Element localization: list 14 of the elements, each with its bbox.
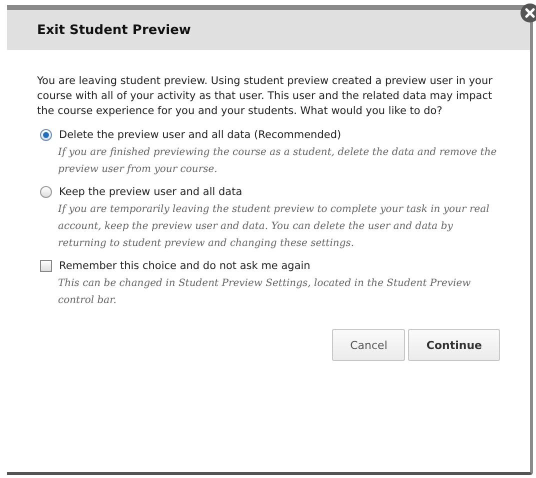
option-label[interactable]: Delete the preview user and all data (Recommended) bbox=[59, 129, 342, 141]
option-description: This can be changed in Student Preview Settings, located in the Student Preview control bar. bbox=[58, 277, 472, 308]
close-icon[interactable] bbox=[520, 3, 536, 23]
dialog-title: Exit Student Preview bbox=[37, 22, 191, 38]
radio-button[interactable] bbox=[40, 129, 52, 141]
option-description: If you are temporarily leaving the student preview to complete your task in your real account, keep the preview user and data. You can delete the user and data by returning to student preview and changing these settings. bbox=[58, 203, 490, 251]
checkbox[interactable] bbox=[40, 260, 52, 272]
continue-button[interactable]: Continue bbox=[408, 329, 500, 361]
option-label[interactable]: Keep the preview user and all data bbox=[59, 186, 242, 198]
radio-button[interactable] bbox=[40, 186, 52, 198]
option-label[interactable]: Remember this choice and do not ask me again bbox=[59, 260, 310, 272]
cancel-button[interactable]: Cancel bbox=[332, 329, 406, 361]
option-description: If you are finished previewing the course as a student, delete the data and remove the preview user from your course. bbox=[58, 146, 498, 177]
intro-text: You are leaving student preview. Using student preview created a preview user in your course with all of your activity as that user. This user and the related data may impact the course experience for you and your students. What would you like to do? bbox=[37, 74, 494, 119]
